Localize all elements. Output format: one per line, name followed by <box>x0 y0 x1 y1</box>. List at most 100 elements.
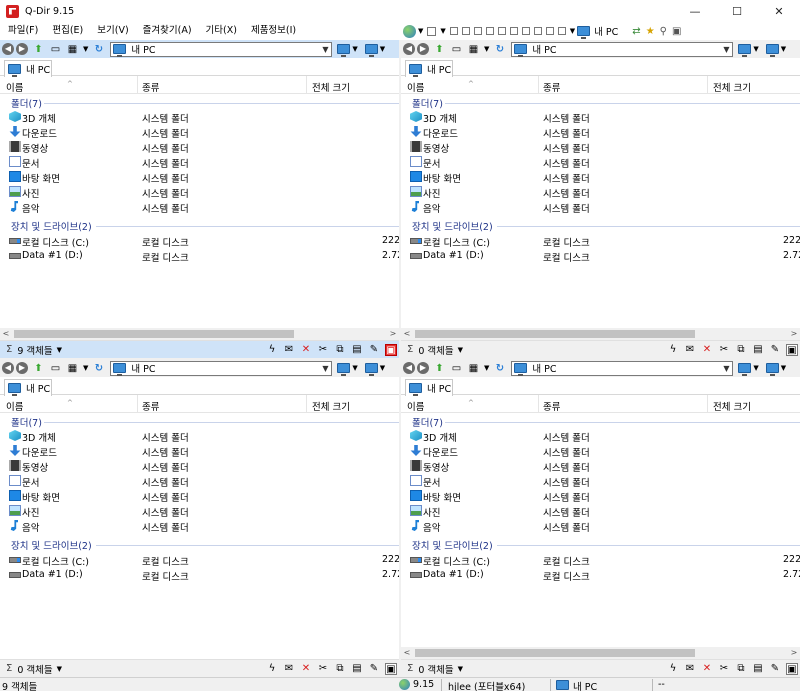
computer-icon[interactable] <box>738 44 752 57</box>
list-item[interactable]: 로컬 디스크 (C:) 로컬 디스크 222 <box>401 233 800 249</box>
list-item[interactable]: 로컬 디스크 (C:) 로컬 디스크 222 <box>0 552 399 568</box>
pane-close-icon[interactable]: ▣ <box>385 663 397 675</box>
list-item[interactable]: 동영상 시스템 폴더 <box>401 139 800 155</box>
forward-icon[interactable]: ▶ <box>417 362 429 374</box>
tab-my-pc[interactable]: 내 PC <box>4 60 52 77</box>
column-type[interactable]: 종류 <box>142 80 159 94</box>
column-type[interactable]: 종류 <box>543 399 560 413</box>
cut-icon[interactable]: ✂ <box>317 344 329 356</box>
tab-my-pc[interactable]: 내 PC <box>405 379 453 396</box>
desktop-icon[interactable] <box>765 363 779 376</box>
list-item[interactable]: 동영상 시스템 폴더 <box>0 139 399 155</box>
list-item[interactable]: 음악 시스템 폴더 <box>401 518 800 534</box>
cut-icon[interactable]: ✂ <box>718 344 730 356</box>
list-item[interactable]: 바탕 화면 시스템 폴더 <box>0 488 399 504</box>
copy-icon[interactable]: ⧉ <box>735 344 747 356</box>
maximize-button[interactable]: ☐ <box>716 0 758 22</box>
minimize-button[interactable]: — <box>674 0 716 22</box>
pane-close-icon[interactable]: ▣ <box>786 663 798 675</box>
view-mode-icon[interactable]: ▦ <box>66 43 79 55</box>
column-type[interactable]: 종류 <box>543 80 560 94</box>
column-name[interactable]: 이름 <box>407 399 424 413</box>
column-divider[interactable] <box>306 76 307 94</box>
list-item[interactable]: 동영상 시스템 폴더 <box>401 458 800 474</box>
chevron-down-icon[interactable]: ▼ <box>352 45 357 53</box>
horizontal-scrollbar[interactable]: < > <box>401 328 800 340</box>
list-item[interactable]: Data #1 (D:)로컬 디스크2.72 <box>401 248 800 264</box>
refresh-icon[interactable]: ↻ <box>92 362 105 374</box>
menu-info[interactable]: 제품정보(I) <box>244 22 303 40</box>
layout-5-icon[interactable] <box>485 27 494 35</box>
group-header-folders[interactable]: 폴더(7) <box>401 95 800 110</box>
horizontal-scrollbar[interactable]: < > <box>401 647 800 659</box>
list-item[interactable]: 3D 개체 시스템 폴더 <box>401 109 800 125</box>
layout-6-icon[interactable] <box>497 27 506 35</box>
list-item[interactable]: 바탕 화면 시스템 폴더 <box>0 169 399 185</box>
chevron-down-icon[interactable]: ▼ <box>781 364 786 372</box>
layout-10-icon[interactable] <box>545 27 554 35</box>
list-item[interactable]: 3D 개체 시스템 폴더 <box>401 428 800 444</box>
mail-icon[interactable]: ✉ <box>684 663 696 675</box>
chevron-down-icon[interactable]: ▼ <box>57 346 62 354</box>
rename-icon[interactable]: ✎ <box>769 344 781 356</box>
lightning-icon[interactable]: ϟ <box>266 344 278 356</box>
computer-icon[interactable] <box>337 44 351 57</box>
scroll-right-icon[interactable]: > <box>788 328 800 340</box>
forward-icon[interactable]: ▶ <box>16 362 28 374</box>
list-item[interactable]: 다운로드 시스템 폴더 <box>0 124 399 140</box>
column-name[interactable]: 이름 <box>407 80 424 94</box>
column-divider[interactable] <box>707 395 708 413</box>
desktop-icon[interactable] <box>765 44 779 57</box>
scroll-left-icon[interactable]: < <box>0 328 12 340</box>
refresh-icon[interactable]: ↻ <box>493 43 506 55</box>
rename-icon[interactable]: ✎ <box>368 663 380 675</box>
refresh-icon[interactable]: ↻ <box>92 43 105 55</box>
chevron-down-icon[interactable]: ▼ <box>83 45 88 53</box>
list-item[interactable]: 문서 시스템 폴더 <box>0 473 399 489</box>
list-item[interactable]: 사진 시스템 폴더 <box>401 184 800 200</box>
back-icon[interactable]: ◀ <box>2 43 14 55</box>
list-item[interactable]: 3D 개체 시스템 폴더 <box>0 109 399 125</box>
chevron-down-icon[interactable]: ▼ <box>380 364 385 372</box>
column-size[interactable]: 전체 크기 <box>312 80 350 94</box>
rename-icon[interactable]: ✎ <box>769 663 781 675</box>
layout-3-icon[interactable] <box>461 27 470 35</box>
list-item[interactable]: Data #1 (D:)로컬 디스크2.72 <box>401 567 800 583</box>
layout-2-icon[interactable] <box>449 27 458 35</box>
horizontal-scrollbar[interactable]: < > <box>0 328 399 340</box>
list-item[interactable]: 바탕 화면 시스템 폴더 <box>401 488 800 504</box>
chevron-down-icon[interactable]: ▼ <box>720 45 732 54</box>
chevron-down-icon[interactable]: ▼ <box>440 27 445 35</box>
column-name[interactable]: 이름 <box>6 399 23 413</box>
list-item[interactable]: 사진 시스템 폴더 <box>0 184 399 200</box>
group-header-folders[interactable]: 폴더(7) <box>0 414 399 429</box>
up-folder-icon[interactable]: ⬆ <box>433 43 446 55</box>
computer-icon[interactable] <box>738 363 752 376</box>
folder-options-icon[interactable]: ▭ <box>49 43 62 55</box>
list-item[interactable]: 바탕 화면 시스템 폴더 <box>401 169 800 185</box>
forward-icon[interactable]: ▶ <box>417 43 429 55</box>
chevron-down-icon[interactable]: ▼ <box>781 45 786 53</box>
column-divider[interactable] <box>707 76 708 94</box>
chevron-down-icon[interactable]: ▼ <box>570 27 575 35</box>
up-folder-icon[interactable]: ⬆ <box>433 362 446 374</box>
layout-7-icon[interactable] <box>509 27 518 35</box>
view-mode-icon[interactable]: ▦ <box>467 362 480 374</box>
chevron-down-icon[interactable]: ▼ <box>319 45 331 54</box>
back-icon[interactable]: ◀ <box>403 362 415 374</box>
copy-icon[interactable]: ⧉ <box>334 344 346 356</box>
layout-11-icon[interactable] <box>557 27 566 35</box>
mail-icon[interactable]: ✉ <box>283 344 295 356</box>
menu-file[interactable]: 파일(F) <box>0 22 45 40</box>
lightning-icon[interactable]: ϟ <box>667 344 679 356</box>
chevron-down-icon[interactable]: ▼ <box>352 364 357 372</box>
scroll-thumb[interactable] <box>415 649 695 657</box>
list-item[interactable]: 다운로드 시스템 폴더 <box>0 443 399 459</box>
group-header-folders[interactable]: 폴더(7) <box>0 95 399 110</box>
folder-options-icon[interactable]: ▭ <box>450 43 463 55</box>
list-item[interactable]: 음악 시스템 폴더 <box>0 199 399 215</box>
paste-icon[interactable]: ▤ <box>351 344 363 356</box>
address-bar[interactable]: 내 PC ▼ <box>511 360 734 376</box>
paste-icon[interactable]: ▤ <box>752 344 764 356</box>
group-header-drives[interactable]: 장치 및 드라이브(2) <box>401 537 800 552</box>
